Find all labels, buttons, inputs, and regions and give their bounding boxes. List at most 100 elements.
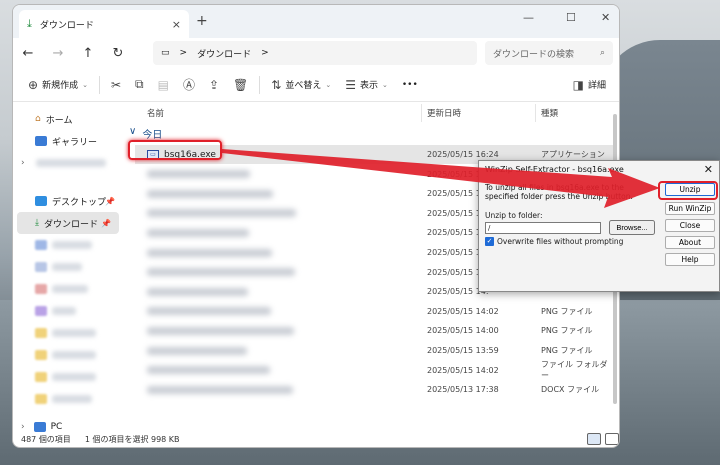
sidebar-desktop-label: デスクトップ <box>52 197 107 208</box>
sidebar-item-blurred-3[interactable] <box>13 278 123 300</box>
tab-bar: ⤓ ダウンロード × + — ☐ ✕ <box>13 5 619 38</box>
close-button[interactable]: Close <box>665 219 715 232</box>
paste-button[interactable]: ▤ <box>151 73 176 97</box>
command-bar: ⊕ 新規作成 ⌄ ✂ ⧉ ▤ Ⓐ ⇪ 🗑 ⇅ 並べ替え ⌄ ☰ 表示 ⌄ •••… <box>13 68 619 102</box>
blurred-label <box>52 241 92 249</box>
copy-button[interactable]: ⧉ <box>128 73 151 97</box>
up-arrow-icon[interactable]: ↑ <box>73 46 103 61</box>
column-divider <box>535 104 536 122</box>
dialog-close-icon[interactable]: ✕ <box>704 163 713 176</box>
group-label: 今日 <box>142 130 163 141</box>
folder-icon <box>35 328 47 338</box>
folder-icon <box>35 262 47 272</box>
blurred-label <box>52 395 92 403</box>
maximize-button[interactable]: ☐ <box>566 11 576 24</box>
blurred-file-name <box>147 346 247 355</box>
share-button[interactable]: ⇪ <box>202 73 226 97</box>
folder-icon <box>35 240 47 250</box>
minimize-button[interactable]: — <box>523 11 534 24</box>
run-winzip-button[interactable]: Run WinZip <box>665 202 715 215</box>
new-button[interactable]: ⊕ 新規作成 ⌄ <box>21 73 95 97</box>
details-view-icon[interactable] <box>587 433 601 445</box>
toolbar-divider <box>259 75 261 94</box>
unzip-folder-input[interactable]: / <box>485 222 601 234</box>
file-name-cell <box>147 326 299 335</box>
address-field[interactable]: ▭ > ダウンロード > <box>153 41 477 65</box>
new-tab-button[interactable]: + <box>196 13 208 29</box>
sidebar-item-blurred-2[interactable] <box>13 256 123 278</box>
share-icon: ⇪ <box>208 77 220 92</box>
file-name-cell <box>147 228 254 237</box>
column-header-name[interactable]: 名前 <box>147 107 164 119</box>
blurred-file-name <box>147 209 296 218</box>
blurred-label <box>52 307 76 315</box>
sidebar-item-desktop[interactable]: デスクトップ 📌 <box>13 190 123 212</box>
cut-button[interactable]: ✂ <box>104 73 128 97</box>
file-row[interactable]: 2025/05/13 17:38 DOCX ファイル <box>135 380 613 399</box>
sidebar-item-blurred-8[interactable] <box>13 388 123 410</box>
sidebar-item-blurred-6[interactable] <box>13 344 123 366</box>
address-bar-row: ← → ↑ ↻ ▭ > ダウンロード > ダウンロードの検索 ⌕ <box>13 38 619 68</box>
unzip-highlight-box <box>658 181 718 200</box>
file-row[interactable]: 2025/05/15 14:02 PNG ファイル <box>135 302 613 321</box>
overwrite-checkbox[interactable]: ✓ Overwrite files without prompting <box>485 237 623 246</box>
breadcrumb-separator-end: > <box>261 48 269 58</box>
view-button[interactable]: ☰ 表示 ⌄ <box>338 73 395 97</box>
about-button[interactable]: About <box>665 236 715 249</box>
more-button[interactable]: ••• <box>395 73 425 97</box>
clipboard-icon: ▤ <box>157 77 169 92</box>
winzip-dialog: WinZip Self-Extractor - bsq16a.exe ✕ To … <box>478 160 720 292</box>
tiles-view-icon[interactable] <box>605 433 619 445</box>
item-count: 487 個の項目 <box>21 434 71 444</box>
sidebar-item-blurred-7[interactable] <box>13 366 123 388</box>
details-pane-icon: ◨ <box>572 77 584 92</box>
file-name-cell <box>147 385 298 394</box>
file-name-cell <box>147 346 252 355</box>
tab-close-button[interactable]: × <box>172 18 181 31</box>
rename-button[interactable]: Ⓐ <box>176 73 202 97</box>
close-window-button[interactable]: ✕ <box>601 11 610 24</box>
help-button[interactable]: Help <box>665 253 715 266</box>
column-header-type[interactable]: 種類 <box>541 107 558 119</box>
breadcrumb-downloads[interactable]: ダウンロード <box>197 47 251 60</box>
browse-button[interactable]: Browse... <box>609 220 655 235</box>
column-header-date[interactable]: 更新日時 <box>427 107 461 119</box>
sidebar-item-home[interactable]: ⌂ ホーム <box>13 108 123 130</box>
blurred-file-name <box>147 248 272 257</box>
search-input[interactable]: ダウンロードの検索 ⌕ <box>485 41 613 65</box>
forward-arrow-icon[interactable]: → <box>43 46 73 61</box>
delete-button[interactable]: 🗑 <box>226 73 255 97</box>
file-name-cell <box>147 209 301 218</box>
refresh-icon[interactable]: ↻ <box>103 46 133 61</box>
file-type: PNG ファイル <box>541 326 593 336</box>
plus-circle-icon: ⊕ <box>28 77 39 92</box>
toolbar-divider <box>98 75 100 94</box>
sidebar-item-downloads[interactable]: ⤓ ダウンロード 📌 <box>17 212 119 234</box>
sort-icon: ⇅ <box>271 77 282 92</box>
folder-icon <box>35 350 47 360</box>
sidebar-item-gallery[interactable]: ギャラリー <box>13 130 123 152</box>
sidebar-item-blurred-5[interactable] <box>13 322 123 344</box>
file-row[interactable]: 2025/05/15 14:00 PNG ファイル <box>135 321 613 340</box>
sidebar-item-blurred-4[interactable] <box>13 300 123 322</box>
blurred-file-name <box>147 189 273 198</box>
sidebar-item-onedrive[interactable]: › <box>13 152 123 174</box>
sidebar-downloads-label: ダウンロード <box>43 219 98 230</box>
view-label: 表示 <box>359 81 378 91</box>
file-name-cell <box>147 366 275 375</box>
details-button[interactable]: ◨ 詳細 <box>566 73 613 97</box>
blurred-label <box>35 159 106 167</box>
file-row[interactable]: 2025/05/15 13:59 PNG ファイル <box>135 341 613 360</box>
folder-icon <box>35 394 47 404</box>
blurred-file-name <box>147 307 271 316</box>
chevron-down-icon: ∨ <box>129 126 137 137</box>
dialog-instructions: To unzip all files in bsq16a.exe to the … <box>485 183 633 201</box>
back-arrow-icon[interactable]: ← <box>13 46 43 61</box>
sort-button[interactable]: ⇅ 並べ替え ⌄ <box>264 73 338 97</box>
file-row[interactable]: 2025/05/15 14:02 ファイル フォルダー <box>135 360 613 380</box>
folder-icon <box>35 284 47 294</box>
sidebar-item-blurred-1[interactable] <box>13 234 123 256</box>
group-header-today[interactable]: ∨ 今日 <box>129 126 162 141</box>
tab-downloads[interactable]: ⤓ ダウンロード × <box>19 10 189 38</box>
download-icon: ⤓ <box>27 17 32 30</box>
